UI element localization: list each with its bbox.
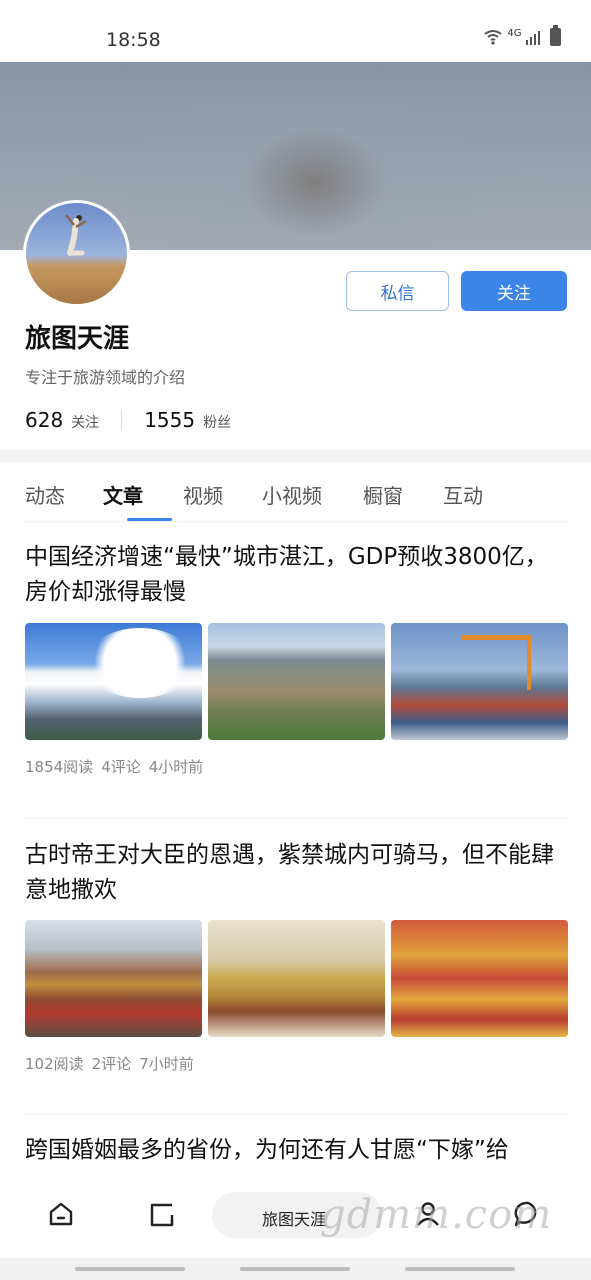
- article-title[interactable]: 古时帝王对大臣的恩遇，紫禁城内可骑马，但不能肆意地撒欢: [25, 838, 567, 908]
- wifi-icon: [484, 30, 502, 45]
- article-title[interactable]: 跨国婚姻最多的省份，为何还有人甘愿“下嫁”给: [25, 1133, 567, 1168]
- gesture-indicator[interactable]: [405, 1267, 515, 1271]
- tab-videos[interactable]: 视频: [183, 480, 223, 509]
- article-image[interactable]: [208, 623, 385, 740]
- home-icon[interactable]: [47, 1200, 75, 1228]
- square-icon[interactable]: [148, 1201, 176, 1229]
- article-card[interactable]: 跨国婚姻最多的省份，为何还有人甘愿“下嫁”给: [25, 1133, 567, 1173]
- avatar[interactable]: [23, 200, 130, 307]
- followers-count[interactable]: 1555: [144, 408, 195, 432]
- signal-icon: [525, 29, 540, 45]
- profile-name: 旅图天涯: [25, 324, 130, 354]
- message-button[interactable]: 私信: [346, 271, 449, 311]
- gesture-indicator[interactable]: [240, 1267, 350, 1271]
- section-separator: [0, 450, 591, 462]
- tab-short-videos[interactable]: 小视频: [262, 480, 322, 509]
- article-time: 4小时前: [148, 758, 204, 776]
- article-thumbnails: [25, 920, 568, 1037]
- article-reads: 102阅读: [25, 1055, 84, 1073]
- profile-bio: 专注于旅游领域的介绍: [25, 368, 186, 387]
- account-pill-label[interactable]: 旅图天涯: [262, 1206, 326, 1230]
- article-image[interactable]: [391, 623, 568, 740]
- article-comments: 4评论: [101, 758, 141, 776]
- tab-articles[interactable]: 文章: [103, 480, 143, 509]
- article-meta: 1854阅读 4评论 4小时前: [25, 756, 203, 777]
- status-icons: 4G: [483, 25, 561, 46]
- followers-label[interactable]: 粉丝: [203, 412, 231, 432]
- article-comments: 2评论: [91, 1055, 132, 1073]
- article-divider: [25, 818, 567, 819]
- article-image[interactable]: [391, 920, 568, 1037]
- profile-stats: 628 关注 1555 粉丝: [25, 408, 231, 432]
- tab-showcase[interactable]: 橱窗: [363, 480, 403, 509]
- tab-dynamics[interactable]: 动态: [25, 480, 65, 509]
- status-time: 18:58: [106, 29, 161, 51]
- gesture-indicator[interactable]: [75, 1267, 185, 1271]
- article-title[interactable]: 中国经济增速“最快”城市湛江，GDP预收3800亿，房价却涨得最慢: [25, 540, 567, 610]
- avatar-photo: [65, 214, 87, 256]
- following-label[interactable]: 关注: [71, 412, 99, 432]
- article-meta: 102阅读 2评论 7小时前: [25, 1053, 194, 1074]
- article-card[interactable]: 古时帝王对大臣的恩遇，紫禁城内可骑马，但不能肆意地撒欢 102阅读 2评论 7小…: [25, 838, 568, 1078]
- article-thumbnails: [25, 623, 568, 740]
- article-divider: [25, 1114, 567, 1115]
- article-image[interactable]: [208, 920, 385, 1037]
- watermark-text: gdmm.com: [320, 1192, 553, 1238]
- article-image[interactable]: [25, 623, 202, 740]
- article-image[interactable]: [25, 920, 202, 1037]
- network-type: 4G: [507, 27, 522, 39]
- article-time: 7小时前: [139, 1055, 194, 1073]
- system-gesture-bar: [0, 1258, 591, 1280]
- content-tabs: 动态 文章 视频 小视频 橱窗 互动: [25, 470, 567, 522]
- follow-button[interactable]: 关注: [461, 271, 567, 311]
- article-card[interactable]: 中国经济增速“最快”城市湛江，GDP预收3800亿，房价却涨得最慢 1854阅读…: [25, 540, 568, 780]
- active-tab-indicator: [127, 518, 172, 521]
- article-reads: 1854阅读: [25, 758, 94, 776]
- stats-divider: [121, 409, 123, 431]
- following-count[interactable]: 628: [25, 408, 63, 432]
- tab-interaction[interactable]: 互动: [443, 480, 483, 509]
- battery-icon: [550, 25, 561, 46]
- status-bar: 18:58 4G: [0, 0, 591, 62]
